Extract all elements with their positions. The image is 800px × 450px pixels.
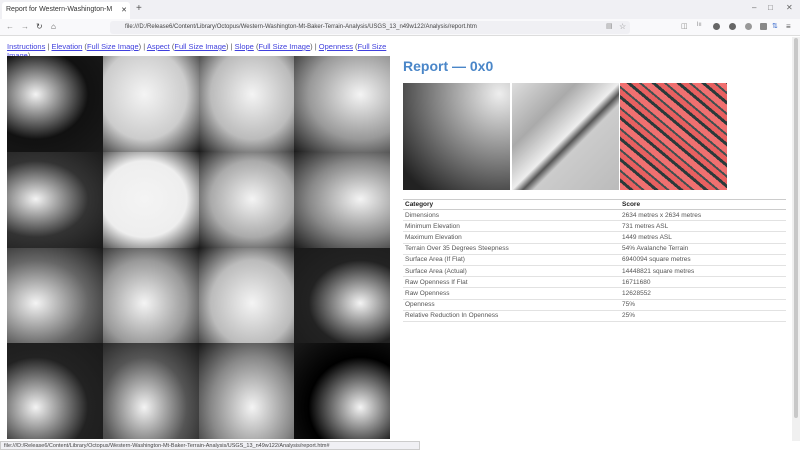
terrain-tile[interactable] (198, 56, 295, 152)
header-score: Score (620, 199, 786, 210)
reader-view-icon[interactable]: ▤ (606, 22, 613, 30)
score-cell: 6940094 square metres (620, 254, 786, 266)
home-icon[interactable]: ⌂ (51, 22, 56, 31)
pocket-icon[interactable]: ◫ (681, 22, 688, 30)
category-cell: Dimensions (403, 209, 620, 222)
url-text: file:///D:/Release6/Content/Library/Octo… (125, 24, 477, 30)
category-cell: Surface Area (If Flat) (403, 254, 620, 266)
table-row: Raw Openness If Flat 16711680 (403, 276, 786, 289)
category-cell: Openness (403, 299, 620, 311)
close-tab-icon[interactable]: ✕ (121, 6, 127, 14)
status-bar: file:///D:/Release6/Content/Library/Octo… (0, 441, 420, 450)
table-row: Surface Area (Actual) 14448821 square met… (403, 265, 786, 278)
table-row: Terrain Over 35 Degrees Steepness 54% Ava… (403, 243, 786, 255)
slope-link[interactable]: Slope (235, 42, 254, 51)
back-icon[interactable]: ← (6, 22, 14, 31)
score-cell: 75% (620, 299, 786, 311)
category-cell: Minimum Elevation (403, 220, 620, 233)
shield-icon[interactable] (729, 23, 736, 30)
nav-bar: ← → ↻ ⌂ file:///D:/Release6/Content/Libr… (0, 19, 800, 36)
score-cell: 25% (620, 310, 786, 322)
extension-icon[interactable] (713, 23, 720, 30)
terrain-tile[interactable] (7, 56, 103, 152)
score-cell: 731 metres ASL (620, 220, 786, 233)
terrain-tile[interactable] (198, 151, 295, 248)
reload-icon[interactable]: ↻ (36, 22, 43, 31)
table-row: Relative Reduction In Openness 25% (403, 310, 786, 322)
category-cell: Surface Area (Actual) (403, 265, 620, 278)
elevation-link[interactable]: Elevation (51, 42, 82, 51)
tab-title: Report for Western-Washington-M (6, 6, 113, 13)
table-row: Openness 75% (403, 299, 786, 311)
terrain-tile[interactable] (102, 151, 199, 248)
table-row: Dimensions 2634 metres x 2634 metres (403, 209, 786, 222)
terrain-tile[interactable] (294, 56, 390, 152)
maximize-icon[interactable]: □ (768, 3, 773, 12)
table-row: Raw Openness 12628552 (403, 287, 786, 300)
aspect-full-link[interactable]: Full Size Image (174, 42, 226, 51)
extension-icon[interactable] (745, 23, 752, 30)
terrain-tile[interactable] (102, 247, 199, 344)
category-cell: Terrain Over 35 Degrees Steepness (403, 243, 620, 255)
sync-icon[interactable]: ⇅ (772, 22, 778, 30)
scrollbar-thumb[interactable] (794, 38, 798, 418)
openness-thumbnail[interactable] (620, 83, 727, 190)
slope-full-link[interactable]: Full Size Image (258, 42, 310, 51)
bookmark-star-icon[interactable]: ☆ (619, 22, 626, 31)
library-icon[interactable]: lıı (697, 22, 702, 28)
score-cell: 12628552 (620, 287, 786, 300)
score-cell: 1449 metres ASL (620, 231, 786, 244)
category-cell: Relative Reduction In Openness (403, 310, 620, 322)
category-cell: Raw Openness If Flat (403, 276, 620, 289)
close-window-icon[interactable]: ✕ (786, 3, 793, 12)
elevation-full-link[interactable]: Full Size Image (87, 42, 139, 51)
terrain-tile[interactable] (102, 56, 199, 152)
table-row: Maximum Elevation 1449 metres ASL (403, 231, 786, 244)
terrain-tile[interactable] (7, 343, 103, 439)
tab-bar: Report for Western-Washington-M ✕ + – □ ✕ (0, 0, 800, 19)
elevation-tile-map (7, 56, 390, 439)
minimize-icon[interactable]: – (752, 3, 756, 12)
terrain-tile[interactable] (7, 151, 103, 248)
terrain-tile[interactable] (294, 247, 390, 344)
openness-link[interactable]: Openness (319, 42, 353, 51)
instructions-link[interactable]: Instructions (7, 42, 45, 51)
category-cell: Raw Openness (403, 287, 620, 300)
menu-icon[interactable]: ≡ (786, 22, 791, 31)
report-title: Report — 0x0 (403, 58, 494, 74)
terrain-tile[interactable] (294, 151, 390, 248)
forward-icon[interactable]: → (21, 22, 29, 31)
score-cell: 14448821 square metres (620, 265, 786, 278)
elevation-thumbnail[interactable] (403, 83, 510, 190)
slope-thumbnail[interactable] (512, 83, 619, 190)
terrain-tile[interactable] (294, 343, 390, 439)
report-table: Category Score Dimensions 2634 metres x 26… (403, 199, 786, 322)
terrain-tile[interactable] (198, 343, 295, 439)
scrollbar[interactable] (792, 37, 800, 441)
header-category: Category (403, 199, 620, 210)
terrain-tile[interactable] (7, 247, 103, 344)
table-row: Surface Area (If Flat) 6940094 square met… (403, 254, 786, 266)
score-cell: 54% Avalanche Terrain (620, 243, 786, 255)
extension-icon[interactable] (760, 23, 767, 30)
terrain-tile[interactable] (102, 343, 199, 439)
table-row: Minimum Elevation 731 metres ASL (403, 220, 786, 233)
category-cell: Maximum Elevation (403, 231, 620, 244)
tab-report[interactable]: Report for Western-Washington-M ✕ (2, 2, 130, 19)
terrain-tile[interactable] (198, 247, 295, 344)
score-cell: 2634 metres x 2634 metres (620, 209, 786, 222)
aspect-link[interactable]: Aspect (147, 42, 170, 51)
url-bar[interactable]: file:///D:/Release6/Content/Library/Octo… (110, 21, 630, 34)
new-tab-icon[interactable]: + (136, 3, 142, 14)
score-cell: 16711680 (620, 276, 786, 289)
